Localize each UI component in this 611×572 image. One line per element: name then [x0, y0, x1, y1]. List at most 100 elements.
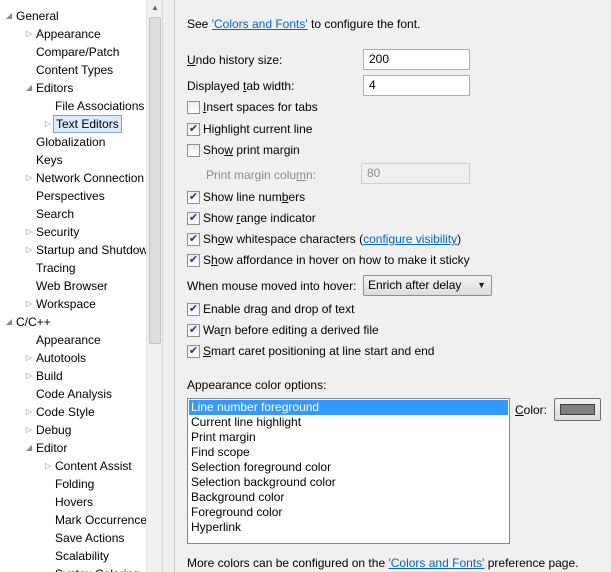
- configure-visibility-link[interactable]: configure visibility: [363, 232, 457, 246]
- collapsed-arrow-icon[interactable]: ▷: [24, 241, 34, 259]
- tree-item-code-style[interactable]: ▷ Code Style: [0, 403, 146, 421]
- tree-item-label: Hovers: [55, 495, 94, 509]
- collapsed-arrow-icon[interactable]: ▷: [24, 367, 34, 385]
- tree-item-workspace[interactable]: ▷ Workspace: [0, 295, 146, 313]
- color-option-item[interactable]: Background color: [189, 490, 508, 505]
- checkbox-box[interactable]: [187, 144, 200, 157]
- tree-item-label: Content Assist: [55, 459, 132, 473]
- preferences-tree[interactable]: ◢ General ▷ Appearance Compare/Patch Content …: [0, 0, 162, 572]
- color-option-item[interactable]: Line number foreground: [189, 400, 508, 415]
- colors-and-fonts-link[interactable]: 'Colors and Fonts': [212, 17, 308, 31]
- tree-item-label: File Associations: [55, 99, 145, 113]
- tree-item-text-editors[interactable]: ▷ Text Editors: [0, 115, 146, 133]
- checkbox-box[interactable]: ✔: [187, 212, 200, 225]
- smart-caret-label: Smart caret positioning at line start an…: [203, 344, 435, 358]
- tree-item-label: Syntax Coloring: [53, 565, 142, 572]
- tree-item-label: Editors: [36, 81, 74, 95]
- color-option-item[interactable]: Print margin: [189, 430, 508, 445]
- checkbox-box[interactable]: ✔: [187, 254, 200, 267]
- hover-mode-dropdown[interactable]: Enrich after delay ▼: [363, 275, 492, 296]
- tree-item-network-connection[interactable]: ▷ Network Connection: [0, 169, 146, 187]
- collapsed-arrow-icon[interactable]: ▷: [43, 115, 53, 133]
- scrollbar-thumb[interactable]: [149, 17, 161, 344]
- hover-mode-label: When mouse moved into hover:: [187, 279, 357, 293]
- tree-item-label: Search: [36, 207, 75, 221]
- color-option-item[interactable]: Selection foreground color: [189, 460, 508, 475]
- tree-item-globalization[interactable]: Globalization: [0, 133, 146, 151]
- tree-item-label: Debug: [36, 423, 72, 437]
- print-margin-column-input[interactable]: 80: [361, 163, 470, 184]
- tree-item-folding[interactable]: Folding: [0, 475, 146, 493]
- collapsed-arrow-icon[interactable]: ▷: [24, 25, 34, 43]
- expanded-arrow-icon[interactable]: ◢: [24, 439, 34, 457]
- checkbox-box[interactable]: [187, 101, 200, 114]
- color-option-item[interactable]: Current line highlight: [189, 415, 508, 430]
- tree-item-general[interactable]: ◢ General: [0, 7, 146, 25]
- collapsed-arrow-icon[interactable]: ▷: [24, 169, 34, 187]
- tree-item-syntax-coloring[interactable]: Syntax Coloring: [0, 565, 146, 572]
- color-option-item[interactable]: Hyperlink: [189, 520, 508, 535]
- collapsed-arrow-icon[interactable]: ▷: [24, 403, 34, 421]
- color-option-item[interactable]: Selection background color: [189, 475, 508, 490]
- color-swatch: [560, 404, 595, 415]
- tab-width-input[interactable]: 4: [363, 75, 470, 96]
- tree-item-build[interactable]: ▷ Build: [0, 367, 146, 385]
- tree-item-compare-patch[interactable]: Compare/Patch: [0, 43, 146, 61]
- tree-item-keys[interactable]: Keys: [0, 151, 146, 169]
- collapsed-arrow-icon[interactable]: ▷: [24, 223, 34, 241]
- checkbox-box[interactable]: ✔: [187, 123, 200, 136]
- tree-item-web-browser[interactable]: Web Browser: [0, 277, 146, 295]
- checkbox-box[interactable]: ✔: [187, 324, 200, 337]
- checkbox-box[interactable]: ✔: [187, 191, 200, 204]
- tree-item-label: Text Editors: [53, 115, 122, 133]
- tree-item-file-associations[interactable]: File Associations: [0, 97, 146, 115]
- tree-item-label: Security: [36, 225, 80, 239]
- checkbox-box[interactable]: ✔: [187, 345, 200, 358]
- tree-item-debug[interactable]: ▷ Debug: [0, 421, 146, 439]
- tree-item-tracing[interactable]: Tracing: [0, 259, 146, 277]
- highlight-line-label: Highlight current line: [203, 122, 313, 136]
- tree-item-label: Save Actions: [55, 531, 125, 545]
- collapsed-arrow-icon[interactable]: ▷: [24, 349, 34, 367]
- tree-item-scalability[interactable]: Scalability: [0, 547, 146, 565]
- tree-item-editors[interactable]: ◢ Editors: [0, 79, 146, 97]
- splitter-sash[interactable]: [162, 0, 174, 572]
- tree-item-mark-occurrence[interactable]: Mark Occurrence: [0, 511, 147, 529]
- tree-item-hovers[interactable]: Hovers: [0, 493, 146, 511]
- tree-item-content-types[interactable]: Content Types: [0, 61, 146, 79]
- appearance-color-list[interactable]: Line number foreground Current line highl…: [187, 398, 510, 544]
- expanded-arrow-icon[interactable]: ◢: [4, 7, 14, 25]
- scroll-up-icon[interactable]: ▲: [147, 0, 163, 16]
- appearance-color-options-label: Appearance color options:: [187, 378, 327, 392]
- collapsed-arrow-icon[interactable]: ▷: [43, 457, 53, 475]
- undo-history-input[interactable]: 200: [363, 49, 470, 70]
- color-label: Color:: [515, 403, 548, 417]
- tree-item-autotools[interactable]: ▷ Autotools: [0, 349, 146, 367]
- tree-item-label: Appearance: [36, 27, 101, 41]
- collapsed-arrow-icon[interactable]: ▷: [24, 421, 34, 439]
- checkbox-box[interactable]: ✔: [187, 233, 200, 246]
- tree-item-label: Web Browser: [36, 279, 108, 293]
- color-picker-button[interactable]: [554, 398, 601, 421]
- tree-item-perspectives[interactable]: Perspectives: [0, 187, 146, 205]
- color-option-item[interactable]: Find scope: [189, 445, 508, 460]
- color-option-item[interactable]: Foreground color: [189, 505, 508, 520]
- footer-colors-and-fonts-link[interactable]: 'Colors and Fonts': [388, 556, 484, 570]
- tree-item-editor[interactable]: ◢ Editor: [0, 439, 146, 457]
- tree-item-c-c-[interactable]: ◢ C/C++: [0, 313, 146, 331]
- expanded-arrow-icon[interactable]: ◢: [4, 313, 14, 331]
- tree-item-startup-and-shutdow[interactable]: ▷ Startup and Shutdow: [0, 241, 148, 259]
- tree-item-save-actions[interactable]: Save Actions: [0, 529, 146, 547]
- tree-item-security[interactable]: ▷ Security: [0, 223, 146, 241]
- tree-scrollbar[interactable]: ▲: [146, 0, 162, 572]
- tree-item-appearance[interactable]: ▷ Appearance: [0, 25, 146, 43]
- tree-item-appearance[interactable]: Appearance: [0, 331, 146, 349]
- tree-item-search[interactable]: Search: [0, 205, 146, 223]
- tree-item-code-analysis[interactable]: Code Analysis: [0, 385, 146, 403]
- tree-item-label: Autotools: [36, 351, 87, 365]
- tree-item-content-assist[interactable]: ▷ Content Assist: [0, 457, 146, 475]
- checkbox-box[interactable]: ✔: [187, 303, 200, 316]
- intro-text: See 'Colors and Fonts' to configure the …: [187, 17, 421, 31]
- expanded-arrow-icon[interactable]: ◢: [24, 79, 34, 97]
- collapsed-arrow-icon[interactable]: ▷: [24, 295, 34, 313]
